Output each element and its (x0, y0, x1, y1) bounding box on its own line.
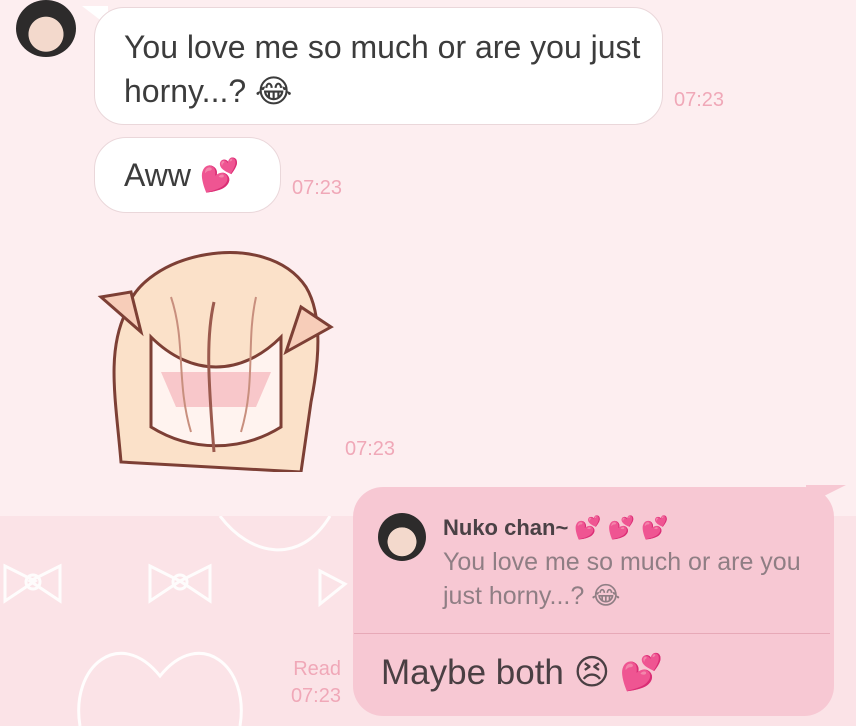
message-timestamp: 07:23 (292, 177, 343, 199)
quoted-sender-name: Nuko chan~ 💕 💕 💕 (443, 515, 669, 540)
quoted-contact-avatar (378, 513, 426, 561)
reply-divider (354, 633, 830, 634)
quoted-message-text[interactable]: You love me so much or are you just horn… (443, 545, 813, 613)
message-text: Aww 💕 (124, 157, 240, 193)
incoming-message-bubble[interactable]: Aww 💕 (94, 137, 281, 213)
message-text: You love me so much or are you just horn… (124, 29, 641, 109)
reply-timestamp: 07:23 (290, 685, 341, 707)
incoming-message-bubble[interactable]: You love me so much or are you just horn… (94, 7, 663, 125)
blushing-catgirl-sticker[interactable] (96, 232, 336, 472)
message-timestamp: 07:23 (345, 438, 396, 460)
read-label: Read (293, 658, 341, 680)
contact-avatar[interactable] (16, 0, 76, 57)
read-receipt: Read 07:23 (283, 656, 341, 710)
message-timestamp: 07:23 (674, 89, 725, 111)
reply-message-text: Maybe both 😣 💕 (381, 653, 664, 692)
